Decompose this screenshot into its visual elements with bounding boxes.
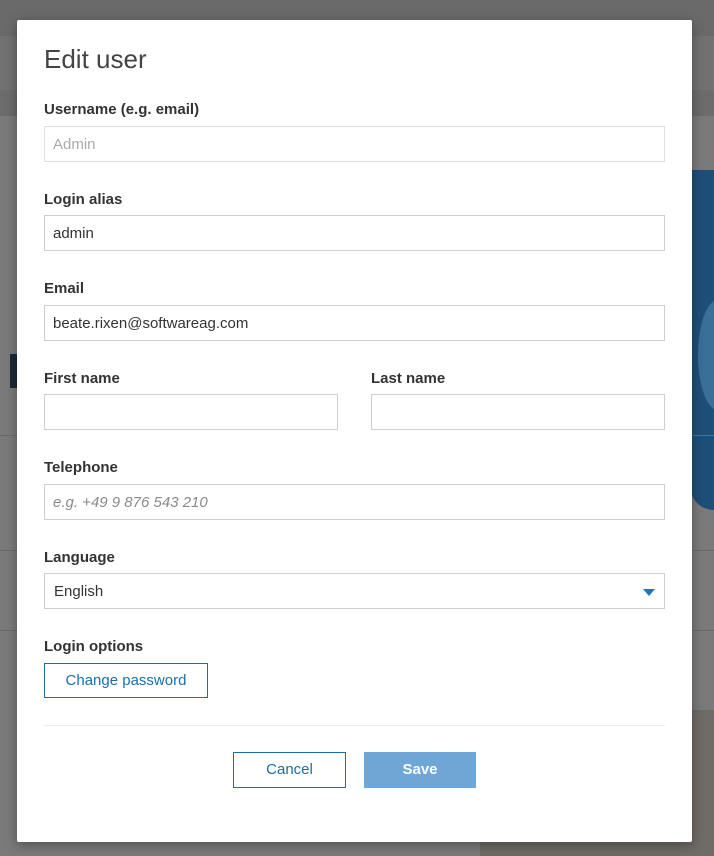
login-alias-field[interactable] (44, 215, 665, 251)
footer-divider (44, 725, 665, 726)
email-field[interactable] (44, 305, 665, 341)
cancel-button[interactable]: Cancel (233, 752, 346, 788)
language-label: Language (44, 549, 115, 566)
change-password-button[interactable]: Change password (44, 663, 208, 698)
last-name-field[interactable] (371, 394, 665, 430)
last-name-label: Last name (371, 370, 446, 387)
login-options-label: Login options (44, 638, 144, 655)
language-select[interactable]: English (44, 573, 665, 609)
username-label: Username (e.g. email) (44, 101, 200, 118)
login-alias-label: Login alias (44, 191, 123, 208)
edit-user-dialog: Edit user Username (e.g. email) Login al… (17, 20, 692, 842)
language-selected-value: English (54, 583, 104, 600)
first-name-label: First name (44, 370, 120, 387)
save-button[interactable]: Save (364, 752, 476, 788)
chevron-down-icon (643, 589, 655, 596)
username-field[interactable] (44, 126, 665, 162)
first-name-field[interactable] (44, 394, 338, 430)
telephone-field[interactable] (44, 484, 665, 520)
email-label: Email (44, 280, 85, 297)
dialog-title: Edit user (44, 44, 147, 74)
telephone-label: Telephone (44, 459, 118, 476)
